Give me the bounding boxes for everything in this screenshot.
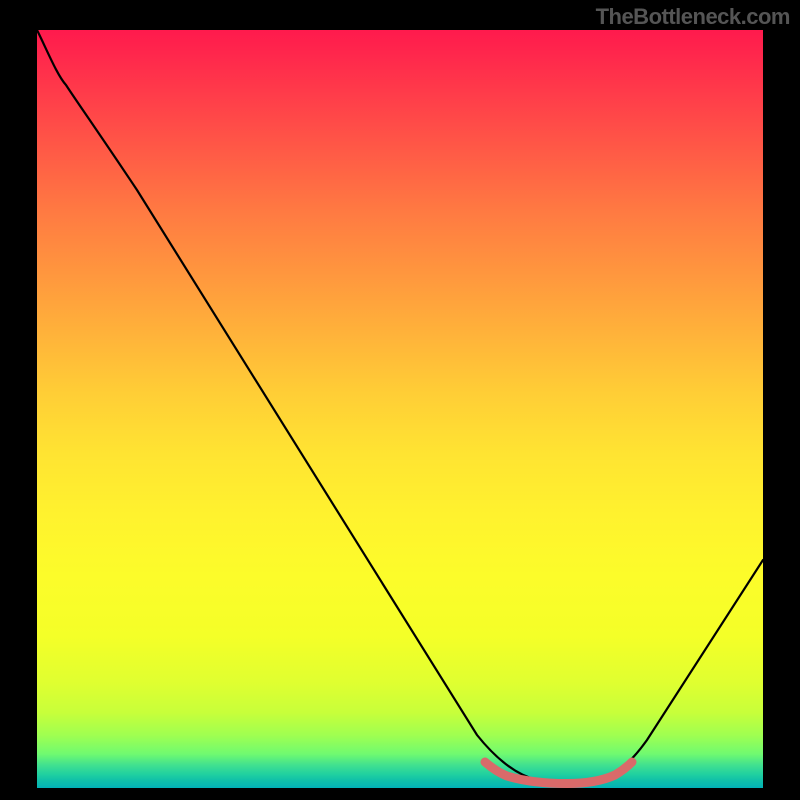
plot-area	[37, 30, 763, 788]
bottleneck-curve-path	[37, 30, 763, 782]
curve-svg	[37, 30, 763, 788]
watermark-text: TheBottleneck.com	[596, 4, 790, 30]
chart-container: TheBottleneck.com	[0, 0, 800, 800]
